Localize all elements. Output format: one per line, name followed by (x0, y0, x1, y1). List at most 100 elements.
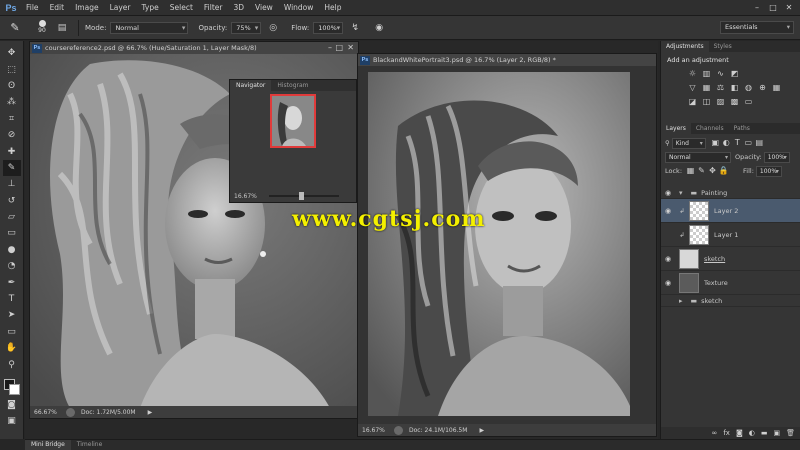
status-arrow-icon[interactable]: ▶ (479, 427, 484, 434)
background-color[interactable] (8, 383, 20, 395)
fx-icon[interactable]: fx (723, 429, 730, 437)
filter-smart-icon[interactable]: ▤ (754, 138, 765, 148)
layer-item-layer-2[interactable]: ◉ ↲ Layer 2 (661, 199, 800, 223)
hue-saturation-icon[interactable]: ▦ (701, 83, 712, 93)
new-layer-icon[interactable]: ▣ (773, 429, 780, 437)
document-tab[interactable]: Ps BlackandWhitePortrait3.psd @ 16.7% (L… (358, 54, 656, 66)
slider-handle[interactable] (298, 192, 304, 200)
menu-image[interactable]: Image (71, 3, 106, 12)
filter-pixel-icon[interactable]: ▣ (710, 138, 721, 148)
blend-mode-select[interactable]: Normal (665, 151, 731, 163)
tab-adjustments[interactable]: Adjustments (661, 41, 709, 52)
tab-mini-bridge[interactable]: Mini Bridge (25, 440, 71, 450)
eye-icon[interactable]: ◉ (661, 279, 675, 287)
filter-shape-icon[interactable]: ▭ (743, 138, 754, 148)
zoom-tool-icon[interactable]: ⚲ (3, 356, 21, 372)
menu-edit[interactable]: Edit (46, 3, 72, 12)
navigator-preview[interactable] (270, 94, 316, 148)
threshold-icon[interactable]: ▨ (715, 97, 726, 107)
healing-brush-tool-icon[interactable]: ✚ (3, 143, 21, 159)
layer-item-texture[interactable]: ◉ Texture (661, 271, 800, 295)
eye-icon[interactable]: ◉ (661, 189, 675, 197)
vibrance-icon[interactable]: ▽ (687, 83, 698, 93)
invert-icon[interactable]: ◪ (687, 97, 698, 107)
lock-position-icon[interactable]: ✥ (707, 166, 718, 176)
menu-help[interactable]: Help (320, 3, 348, 12)
tab-channels[interactable]: Channels (691, 123, 729, 134)
brush-tool-preset-icon[interactable]: ✎ (4, 19, 26, 37)
lock-image-icon[interactable]: ✎ (696, 166, 707, 176)
menu-window[interactable]: Window (280, 3, 321, 12)
eyedropper-tool-icon[interactable]: ⊘ (3, 127, 21, 143)
brush-panel-icon[interactable]: ▤ (55, 21, 69, 35)
opacity-input[interactable]: 75% (231, 21, 262, 34)
tab-styles[interactable]: Styles (709, 41, 737, 52)
mode-select[interactable]: Normal (110, 21, 189, 34)
minimize-icon[interactable]: – (328, 43, 332, 52)
lasso-tool-icon[interactable]: ʘ (3, 78, 21, 94)
workspace-switcher[interactable]: Essentials (720, 21, 794, 34)
document-window-portrait[interactable]: Ps BlackandWhitePortrait3.psd @ 16.7% (L… (357, 53, 657, 437)
chevron-right-icon[interactable]: ▸ (679, 297, 683, 305)
quick-select-tool-icon[interactable]: ⁂ (3, 94, 21, 110)
brush-size-picker[interactable]: 90 (34, 19, 50, 37)
link-icon[interactable]: ∞ (712, 429, 718, 437)
tab-navigator[interactable]: Navigator (230, 80, 272, 91)
status-arrow-icon[interactable]: ▶ (148, 409, 153, 416)
menu-layer[interactable]: Layer (106, 3, 138, 12)
curves-icon[interactable]: ∿ (715, 69, 726, 79)
blur-tool-icon[interactable]: ● (3, 242, 21, 258)
menu-filter[interactable]: Filter (200, 3, 230, 12)
dodge-tool-icon[interactable]: ◔ (3, 258, 21, 274)
eye-icon[interactable]: ◉ (661, 207, 675, 215)
status-menu-icon[interactable] (394, 425, 403, 435)
filter-type-icon[interactable]: T (732, 138, 743, 148)
document-tab[interactable]: Ps coursereference2.psd @ 66.7% (Hue/Sat… (30, 42, 358, 54)
pressure-opacity-icon[interactable]: ◎ (266, 21, 280, 35)
move-tool-icon[interactable]: ✥ (3, 45, 21, 61)
brush-tool-icon[interactable]: ✎ (2, 159, 21, 177)
close-icon[interactable]: ✕ (782, 2, 796, 13)
fill-input[interactable]: 100% (755, 165, 782, 177)
chevron-down-icon[interactable]: ▾ (679, 189, 683, 197)
layer-filter-select[interactable]: Kind (671, 137, 706, 149)
layer-group-painting[interactable]: ◉ ▾ ▬ Painting (661, 187, 800, 199)
menu-3d[interactable]: 3D (229, 3, 251, 12)
layer-opacity-input[interactable]: 100% (763, 151, 790, 163)
shape-tool-icon[interactable]: ▭ (3, 324, 21, 340)
path-selection-tool-icon[interactable]: ➤ (3, 307, 21, 323)
zoom-level[interactable]: 66.67% (30, 409, 60, 416)
navigator-zoom-slider[interactable] (268, 192, 339, 200)
clone-stamp-tool-icon[interactable]: ⊥ (3, 176, 21, 192)
screen-mode-icon[interactable]: ▣ (3, 413, 21, 429)
flow-input[interactable]: 100% (313, 21, 344, 34)
trash-icon[interactable]: 🗑 (786, 429, 795, 437)
zoom-level[interactable]: 16.67% (358, 427, 388, 434)
type-tool-icon[interactable]: T (3, 291, 21, 307)
history-brush-tool-icon[interactable]: ↺ (3, 193, 21, 209)
channel-mixer-icon[interactable]: ⊕ (757, 83, 768, 93)
menu-select[interactable]: Select (166, 3, 200, 12)
menu-type[interactable]: Type (138, 3, 166, 12)
brightness-icon[interactable]: ☼ (687, 69, 698, 79)
color-balance-icon[interactable]: ⚖ (715, 83, 726, 93)
color-swatches[interactable] (2, 377, 22, 397)
maximize-icon[interactable]: □ (335, 43, 343, 52)
pressure-size-icon[interactable]: ◉ (372, 21, 386, 35)
levels-icon[interactable]: ▥ (701, 69, 712, 79)
lock-transparent-icon[interactable]: ▦ (685, 166, 696, 176)
mask-icon[interactable]: ◙ (736, 429, 743, 437)
tab-layers[interactable]: Layers (661, 123, 691, 134)
navigator-zoom[interactable]: 16.67% (234, 193, 257, 200)
marquee-tool-icon[interactable]: ⬚ (3, 61, 21, 77)
posterize-icon[interactable]: ◫ (701, 97, 712, 107)
maximize-icon[interactable]: □ (766, 2, 780, 13)
status-menu-icon[interactable] (66, 407, 75, 417)
lock-all-icon[interactable]: 🔒 (718, 166, 729, 176)
airbrush-icon[interactable]: ↯ (348, 21, 362, 35)
layer-item-sketch[interactable]: ◉ sketch (661, 247, 800, 271)
photo-filter-icon[interactable]: ◍ (743, 83, 754, 93)
canvas[interactable] (358, 66, 656, 424)
layer-group-sketch[interactable]: ▸ ▬ sketch (661, 295, 800, 307)
menu-view[interactable]: View (251, 3, 280, 12)
